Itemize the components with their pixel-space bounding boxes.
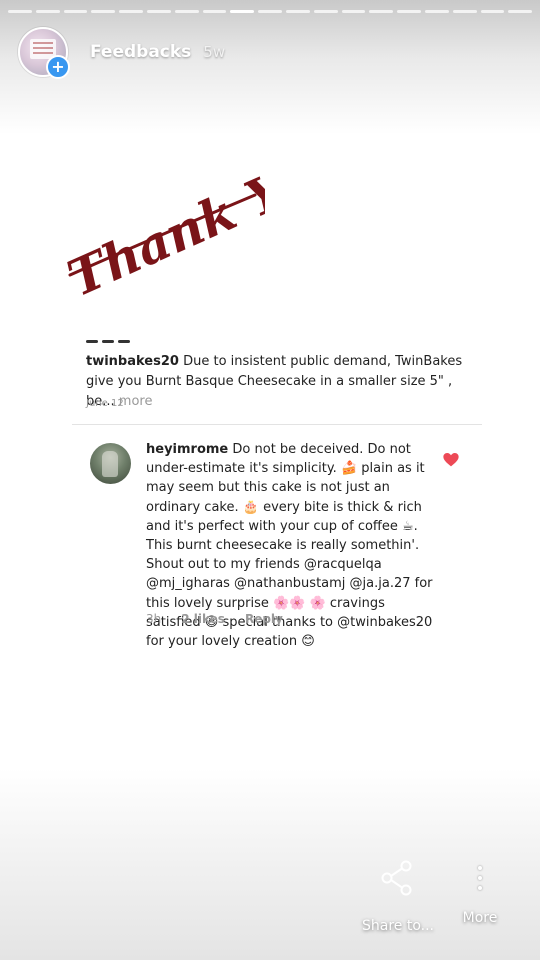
progress-segment	[146, 10, 171, 13]
more-button[interactable]: More	[455, 860, 505, 926]
share-button[interactable]: Share to...	[362, 860, 434, 934]
share-icon[interactable]	[380, 860, 414, 896]
add-icon[interactable]: +	[46, 55, 70, 79]
post-caption: twinbakes20 Due to insistent public dema…	[86, 352, 466, 412]
progress-segment	[508, 10, 533, 13]
comment-reply: Reply	[244, 612, 283, 626]
comment-username: heyimrome	[146, 442, 229, 457]
more-label[interactable]: More	[455, 910, 505, 926]
comment-likes: 2 likes	[181, 612, 225, 626]
progress-segment	[258, 10, 282, 13]
story-avatar[interactable]: +	[18, 27, 70, 79]
progress-segment	[91, 10, 116, 13]
comment-meta: 3h 2 likes Reply	[146, 612, 303, 626]
progress-segment	[174, 10, 199, 13]
progress-segment	[369, 10, 394, 13]
progress-segment	[119, 10, 143, 13]
post-username: twinbakes20	[86, 354, 179, 369]
share-label[interactable]: Share to...	[362, 918, 434, 934]
progress-segment	[35, 10, 60, 13]
comment-avatar	[90, 443, 131, 484]
progress-segment	[424, 10, 449, 13]
story-timestamp: 5w	[203, 43, 226, 61]
more-options-icon[interactable]	[477, 866, 483, 896]
comment-time: 3h	[146, 612, 162, 626]
progress-segment	[63, 10, 88, 13]
post-date: June 12	[86, 398, 124, 409]
progress-segment	[313, 10, 338, 13]
progress-segment	[341, 10, 366, 13]
thank-you-script: Thank You!	[59, 140, 265, 300]
story-header: + Feedbacks 5w	[18, 27, 226, 79]
progress-segment	[285, 10, 310, 13]
progress-segment	[202, 10, 227, 13]
progress-segment	[8, 10, 32, 13]
heart-icon	[443, 453, 459, 467]
divider	[72, 424, 482, 425]
thank-you-text: Thank You!	[59, 140, 265, 300]
progress-segment	[230, 10, 255, 13]
progress-segment	[397, 10, 421, 13]
progress-segment	[480, 10, 505, 13]
post-ellipsis-icon	[86, 340, 130, 343]
story-progress-bar	[8, 10, 533, 13]
story-account-name[interactable]: Feedbacks	[90, 42, 191, 62]
progress-segment	[452, 10, 477, 13]
